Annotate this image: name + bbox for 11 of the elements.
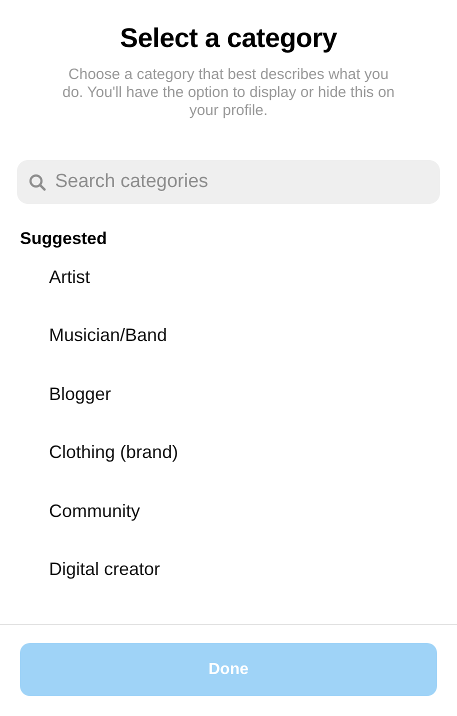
description-text: Choose a category that best describes what you do. You'll have the option to display or hide this on your profile. xyxy=(61,66,396,120)
section-heading: Suggested xyxy=(20,228,108,250)
category-item[interactable]: Blogger xyxy=(0,382,457,442)
category-item[interactable]: Artist xyxy=(0,266,457,324)
category-item[interactable]: Community xyxy=(0,500,457,558)
category-item[interactable]: Digital creator xyxy=(0,558,457,617)
dialog-title: Select a category xyxy=(118,22,338,54)
search-field[interactable]: Search categories xyxy=(17,160,440,204)
search-icon xyxy=(29,174,46,192)
category-item[interactable]: Musician/Band xyxy=(0,324,457,383)
category-item[interactable]: Clothing (brand) xyxy=(0,441,457,500)
